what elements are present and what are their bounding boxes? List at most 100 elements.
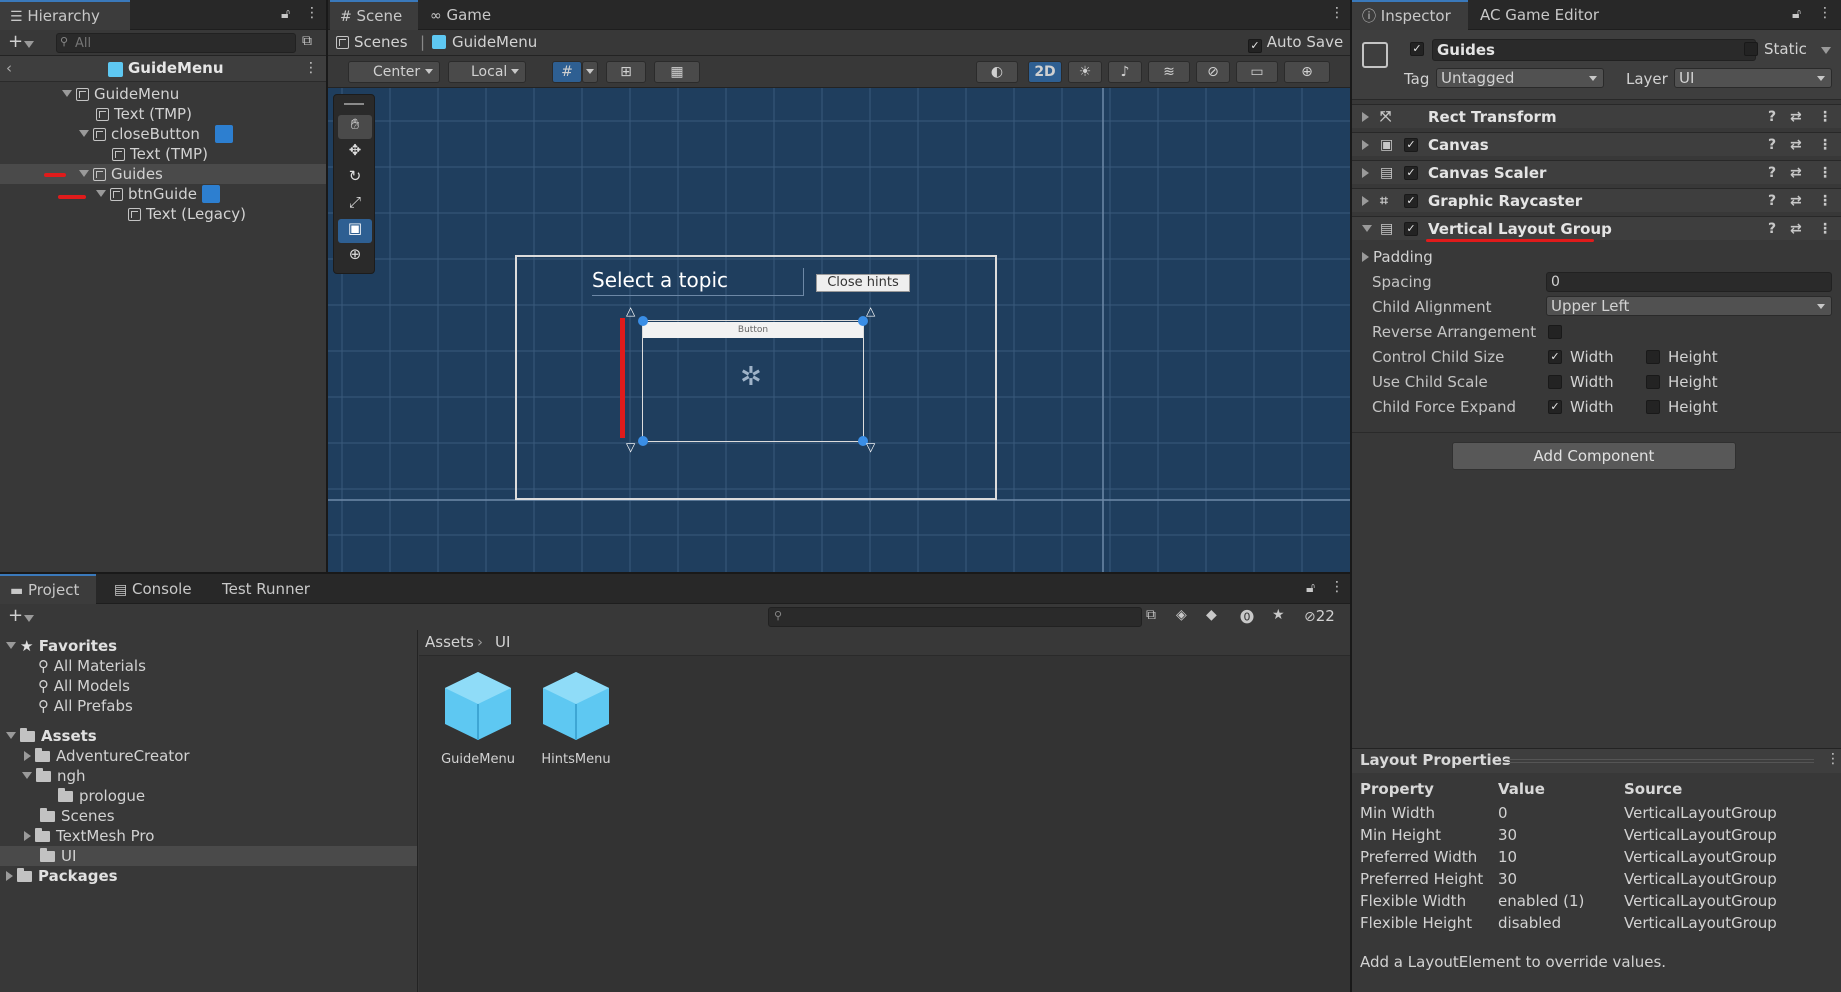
tree-item-text-legacy[interactable]: Text (Legacy) xyxy=(0,204,326,224)
rect-tool-icon[interactable]: ▣ xyxy=(338,219,372,243)
scene-search-icon[interactable]: ⧉ xyxy=(302,33,312,49)
lock-icon[interactable]: 🔓︎ xyxy=(281,6,290,22)
preset-icon[interactable]: ⇄ xyxy=(1790,133,1802,157)
auto-save-toggle[interactable]: ✓ Auto Save xyxy=(1248,33,1343,53)
force-height-checkbox[interactable] xyxy=(1646,400,1660,414)
auto-save-checkbox[interactable]: ✓ xyxy=(1248,39,1262,53)
more-icon[interactable]: ⋮ xyxy=(1818,217,1832,241)
hidden-packages-toggle[interactable]: ⊘22 xyxy=(1304,607,1335,625)
component-vertical-layout-group[interactable]: ▤ ✓ Vertical Layout Group ? ⇄ ⋮ xyxy=(1352,216,1841,242)
tag-dropdown[interactable]: Untagged xyxy=(1436,68,1604,88)
grid-visibility-button[interactable]: ▦ xyxy=(654,61,700,83)
scale-tool-icon[interactable]: ⤢ xyxy=(338,193,372,217)
preset-icon[interactable]: ⇄ xyxy=(1790,105,1802,129)
help-icon[interactable]: ? xyxy=(1768,133,1776,157)
grid-snap-button[interactable]: # xyxy=(552,61,582,83)
tree-item-assets[interactable]: Assets xyxy=(0,726,417,746)
close-hints-button[interactable]: Close hints xyxy=(816,274,910,292)
more-icon[interactable]: ⋮ xyxy=(1818,105,1832,129)
help-icon[interactable]: ? xyxy=(1768,217,1776,241)
tree-item-guidemenu[interactable]: GuideMenu xyxy=(0,84,326,104)
control-height-checkbox[interactable] xyxy=(1646,350,1660,364)
search-scope-icon[interactable]: ⧉ xyxy=(1146,607,1156,623)
project-search-input[interactable] xyxy=(768,607,1142,627)
scale-height-checkbox[interactable] xyxy=(1646,375,1660,389)
breadcrumb-current[interactable]: GuideMenu xyxy=(432,33,537,51)
preset-icon[interactable]: ⇄ xyxy=(1790,161,1802,185)
layout-enabled-checkbox[interactable]: ✓ xyxy=(1404,222,1418,236)
control-width-checkbox[interactable]: ✓ xyxy=(1548,350,1562,364)
tab-project[interactable]: ▬ Project xyxy=(0,574,96,604)
tree-item-textmesh-pro[interactable]: TextMesh Pro xyxy=(0,826,417,846)
tree-item-text-tmp[interactable]: Text (TMP) xyxy=(0,104,326,124)
breadcrumb-scenes[interactable]: Scenes xyxy=(336,33,408,51)
increment-snap-button[interactable]: ⊞ xyxy=(606,61,646,83)
visibility-button[interactable]: ⊘ xyxy=(1196,61,1230,83)
more-icon[interactable]: ⋮ xyxy=(1818,189,1832,213)
star-icon[interactable]: ★ xyxy=(1272,607,1285,623)
tab-ac-game-editor[interactable]: AC Game Editor xyxy=(1470,0,1609,30)
tree-item-guides[interactable]: Guides xyxy=(0,164,326,184)
tree-item-favorites[interactable]: ★ Favorites xyxy=(0,636,417,656)
hierarchy-search-input[interactable] xyxy=(56,33,296,53)
tree-item-btnguide[interactable]: btnGuide xyxy=(0,184,326,204)
tree-item-all-models[interactable]: ⚲ All Models xyxy=(0,676,417,696)
more-icon[interactable]: ⋮ xyxy=(1818,161,1832,185)
help-icon[interactable]: ? xyxy=(1768,105,1776,129)
raycaster-enabled-checkbox[interactable]: ✓ xyxy=(1404,194,1418,208)
transform-tool-icon[interactable]: ⊕ xyxy=(338,245,372,269)
lock-icon[interactable]: 🔓︎ xyxy=(1792,6,1801,22)
breadcrumb-ui[interactable]: UI xyxy=(495,633,510,651)
draw-mode-dropdown[interactable]: ◐ xyxy=(976,61,1018,83)
tab-inspector[interactable]: ⓘ Inspector xyxy=(1352,0,1468,30)
padding-foldout[interactable]: Padding xyxy=(1362,248,1433,266)
rect-handle-tl[interactable] xyxy=(638,316,648,326)
rotate-tool-icon[interactable]: ↻ xyxy=(338,167,372,191)
hand-tool-icon[interactable]: ✋︎ xyxy=(338,115,372,139)
scene-header[interactable]: ‹ GuideMenu ⋮ xyxy=(0,56,326,82)
object-name-field[interactable] xyxy=(1432,39,1756,61)
more-icon[interactable]: ⋮ xyxy=(1330,5,1344,21)
more-icon[interactable]: ⋮ xyxy=(1826,751,1840,767)
child-alignment-dropdown[interactable]: Upper Left xyxy=(1546,296,1832,316)
component-rect-transform[interactable]: ⤧ Rect Transform ? ⇄ ⋮ xyxy=(1352,104,1841,128)
effects-dropdown[interactable]: ≋ xyxy=(1148,61,1190,83)
active-checkbox[interactable]: ✓ xyxy=(1410,42,1424,56)
tree-item-adventurecreator[interactable]: AdventureCreator xyxy=(0,746,417,766)
back-icon[interactable]: ‹ xyxy=(6,59,12,77)
tree-item-closebutton[interactable]: closeButton xyxy=(0,124,326,144)
add-component-button[interactable]: Add Component xyxy=(1452,442,1736,470)
scale-width-checkbox[interactable] xyxy=(1548,375,1562,389)
tab-scene[interactable]: # Scene xyxy=(330,0,418,30)
help-icon[interactable]: ? xyxy=(1768,189,1776,213)
pivot-dropdown[interactable]: Center xyxy=(348,61,440,83)
grid-snap-dropdown[interactable] xyxy=(582,61,598,83)
preset-icon[interactable]: ⇄ xyxy=(1790,217,1802,241)
asset-guidemenu[interactable]: GuideMenu xyxy=(433,670,523,774)
space-dropdown[interactable]: Local xyxy=(448,61,526,83)
camera-dropdown[interactable]: ▭ xyxy=(1236,61,1278,83)
canvas-scaler-enabled-checkbox[interactable]: ✓ xyxy=(1404,166,1418,180)
tree-item-all-materials[interactable]: ⚲ All Materials xyxy=(0,656,417,676)
layer-dropdown[interactable]: UI xyxy=(1674,68,1832,88)
more-icon[interactable]: ⋮ xyxy=(1818,5,1832,21)
force-width-checkbox[interactable]: ✓ xyxy=(1548,400,1562,414)
spacing-field[interactable] xyxy=(1546,272,1832,292)
label-icon[interactable]: ◆ xyxy=(1206,607,1217,623)
tree-item-text-tmp-2[interactable]: Text (TMP) xyxy=(0,144,326,164)
tab-test-runner[interactable]: Test Runner xyxy=(212,574,320,604)
lighting-button[interactable]: ☀ xyxy=(1068,61,1102,83)
move-tool-icon[interactable]: ✥ xyxy=(338,141,372,165)
add-icon[interactable]: + xyxy=(8,31,23,52)
chevron-down-icon[interactable] xyxy=(24,610,38,628)
tab-game[interactable]: ∞ Game xyxy=(420,0,500,30)
tab-console[interactable]: ▤ Console xyxy=(104,574,202,604)
tree-item-packages[interactable]: Packages xyxy=(0,866,417,886)
preset-icon[interactable]: ⇄ xyxy=(1790,189,1802,213)
more-icon[interactable]: ⋮ xyxy=(305,5,319,21)
audio-button[interactable]: ♪ xyxy=(1108,61,1142,83)
breadcrumb-assets[interactable]: Assets xyxy=(425,633,474,651)
more-icon[interactable]: ⋮ xyxy=(1818,133,1832,157)
add-icon[interactable]: + xyxy=(8,605,23,626)
lock-icon[interactable]: 🔓︎ xyxy=(1306,580,1315,596)
